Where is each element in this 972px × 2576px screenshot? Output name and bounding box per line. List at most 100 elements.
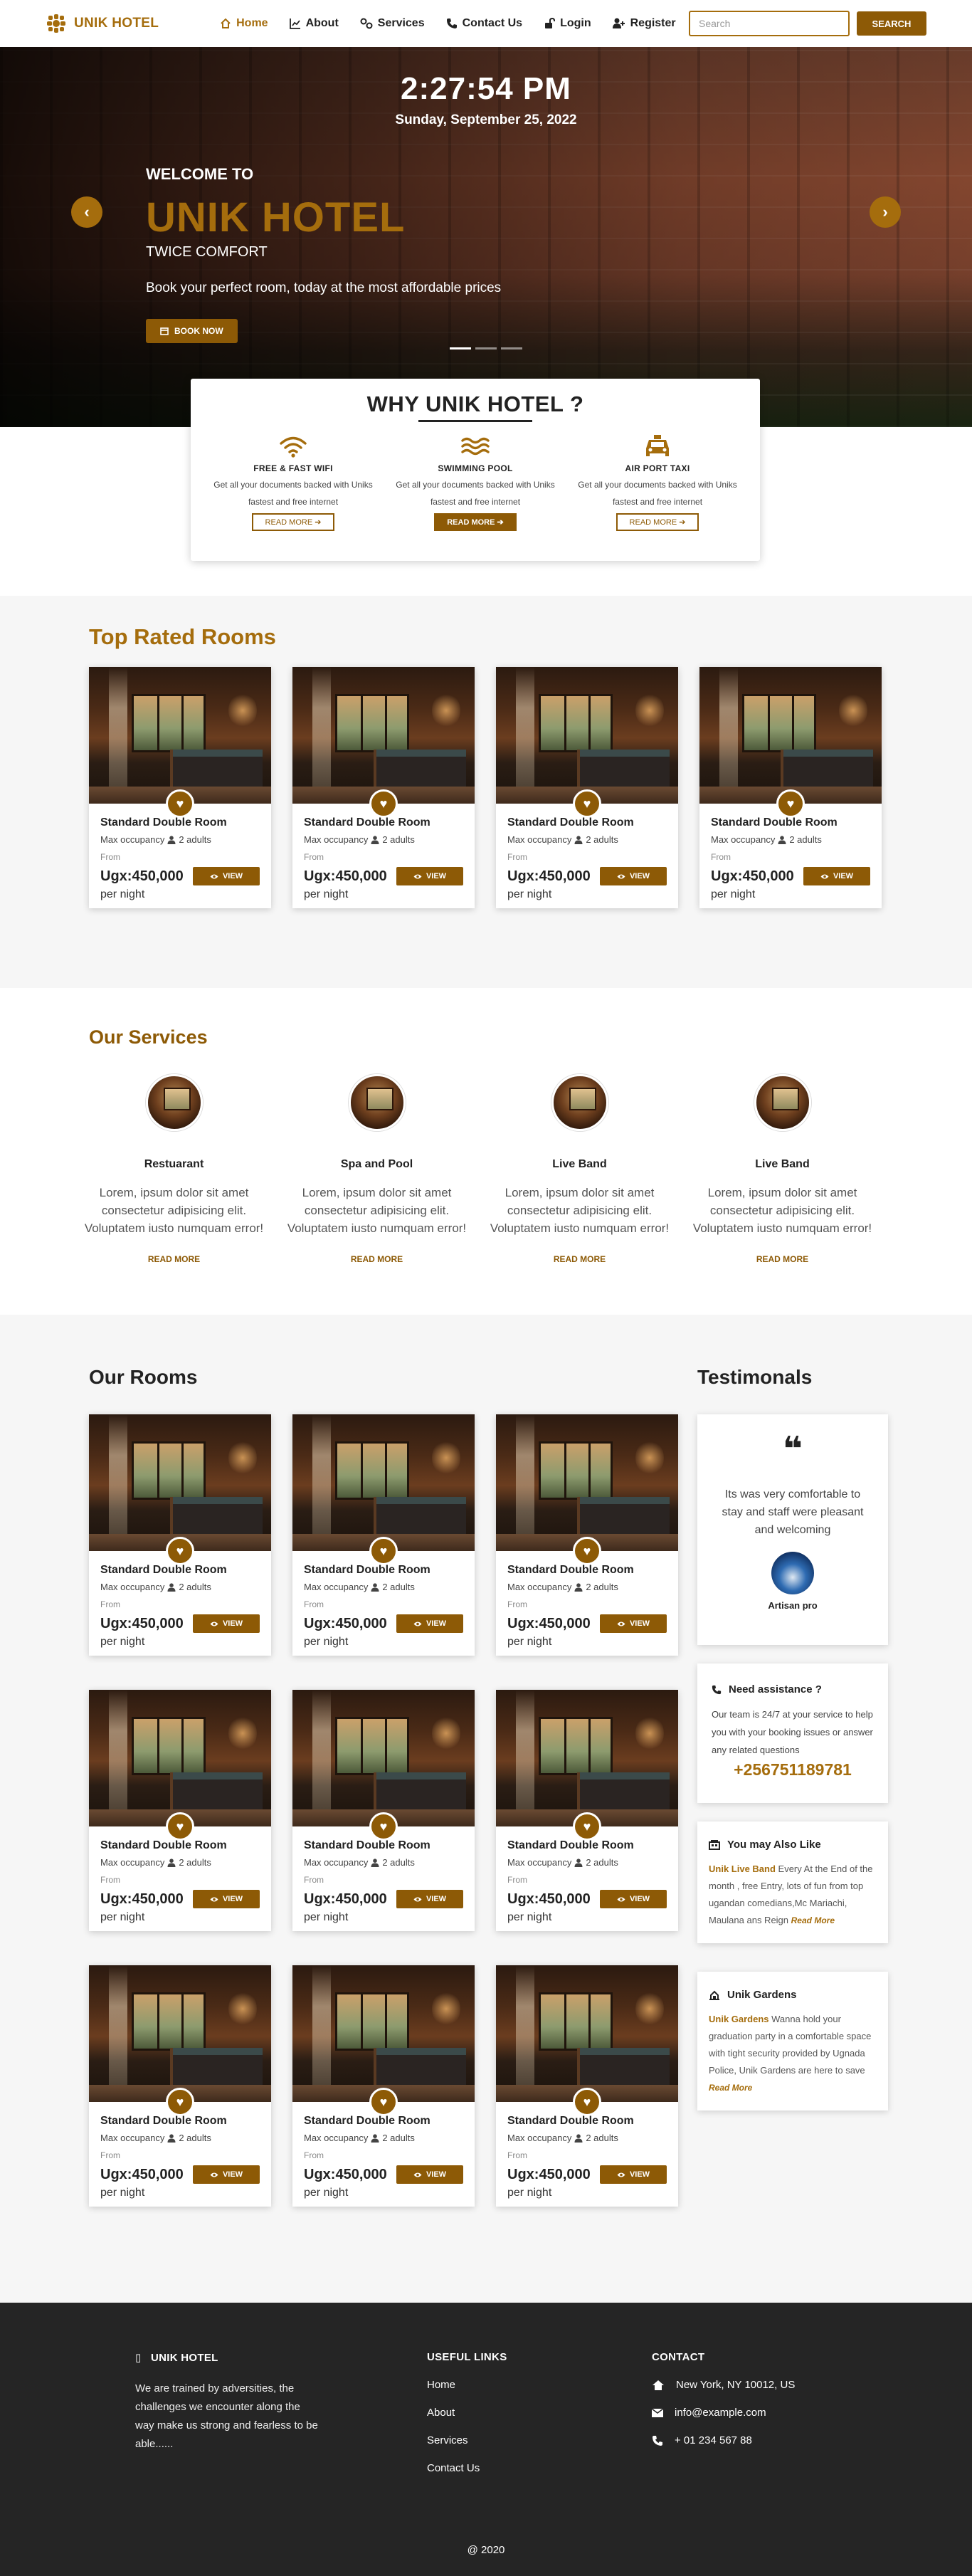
view-label: VIEW xyxy=(426,1895,447,1903)
carousel-dot[interactable] xyxy=(450,347,471,349)
feature-desc: Get all your documents backed with Uniks… xyxy=(213,480,373,507)
view-room-button[interactable]: VIEW xyxy=(396,2165,463,2184)
also-like-highlight: Unik Live Band xyxy=(709,1863,776,1874)
room-image[interactable] xyxy=(292,1414,475,1551)
user-icon xyxy=(371,835,379,844)
room-image[interactable] xyxy=(496,1965,678,2102)
footer-phone[interactable]: + 01 234 567 88 xyxy=(675,2434,752,2446)
feature-read-more-button[interactable]: READ MORE ➔ xyxy=(616,513,699,531)
view-room-button[interactable]: VIEW xyxy=(600,867,667,885)
heart-icon[interactable]: ♥ xyxy=(573,1537,601,1565)
room-image[interactable] xyxy=(292,667,475,804)
user-icon xyxy=(574,1858,583,1867)
heart-icon[interactable]: ♥ xyxy=(166,2088,194,2116)
service-name: Spa and Pool xyxy=(340,1158,413,1170)
gardens-read-more[interactable]: Read More xyxy=(709,2083,752,2093)
occupancy-adults: 2 adults xyxy=(179,1582,211,1592)
gardens-highlight: Unik Gardens xyxy=(709,2014,769,2024)
room-image[interactable] xyxy=(496,1414,678,1551)
heart-icon[interactable]: ♥ xyxy=(369,1812,398,1841)
per-night-label: per night xyxy=(304,1911,349,1923)
book-now-button[interactable]: BOOK NOW xyxy=(146,319,238,343)
eye-icon xyxy=(210,2172,218,2177)
footer-link-contact[interactable]: Contact Us xyxy=(427,2462,507,2474)
service-read-more[interactable]: READ MORE xyxy=(73,1254,275,1264)
menu-services[interactable]: Services xyxy=(360,17,425,30)
heart-icon[interactable]: ♥ xyxy=(166,1537,194,1565)
room-image[interactable] xyxy=(89,667,271,804)
footer-email[interactable]: info@example.com xyxy=(675,2407,766,2419)
room-image[interactable] xyxy=(496,1690,678,1826)
room-occupancy: Max occupancy 2 adults xyxy=(507,1582,667,1592)
menu-contact[interactable]: Contact Us xyxy=(446,17,522,30)
room-image[interactable] xyxy=(89,1690,271,1826)
eye-icon xyxy=(210,1621,218,1626)
price-from-label: From xyxy=(507,2150,527,2160)
room-image[interactable] xyxy=(292,1965,475,2102)
room-price: Ugx:450,000 xyxy=(711,868,794,884)
footer-link-about[interactable]: About xyxy=(427,2407,507,2419)
view-room-button[interactable]: VIEW xyxy=(803,867,870,885)
brand-logo[interactable]: UNIK HOTEL xyxy=(46,13,159,34)
menu-register[interactable]: Register xyxy=(612,17,676,30)
service-read-more[interactable]: READ MORE xyxy=(681,1254,884,1264)
menu-home[interactable]: Home xyxy=(220,17,268,30)
room-occupancy: Max occupancy 2 adults xyxy=(507,2133,667,2143)
room-card: ♥ Standard Double Room Max occupancy 2 a… xyxy=(292,1690,475,1931)
room-occupancy: Max occupancy 2 adults xyxy=(304,1582,463,1592)
heart-icon[interactable]: ♥ xyxy=(776,789,805,818)
view-room-button[interactable]: VIEW xyxy=(396,1890,463,1908)
heart-icon[interactable]: ♥ xyxy=(369,2088,398,2116)
view-label: VIEW xyxy=(222,1619,243,1628)
view-room-button[interactable]: VIEW xyxy=(396,1614,463,1633)
eye-icon xyxy=(617,2172,625,2177)
room-image[interactable] xyxy=(89,1965,271,2102)
carousel-dot[interactable] xyxy=(475,347,497,349)
room-image[interactable] xyxy=(292,1690,475,1826)
read-more-label: READ MORE xyxy=(447,518,495,527)
feature-read-more-button[interactable]: READ MORE ➔ xyxy=(434,513,517,531)
search-button[interactable]: SEARCH xyxy=(857,11,926,36)
view-label: VIEW xyxy=(426,1619,447,1628)
view-room-button[interactable]: VIEW xyxy=(193,867,260,885)
view-room-button[interactable]: VIEW xyxy=(193,2165,260,2184)
heart-icon[interactable]: ♥ xyxy=(369,1537,398,1565)
also-like-read-more[interactable]: Read More xyxy=(791,1915,835,1925)
heart-icon[interactable]: ♥ xyxy=(369,789,398,818)
view-room-button[interactable]: VIEW xyxy=(193,1614,260,1633)
heart-icon[interactable]: ♥ xyxy=(573,1812,601,1841)
heart-icon[interactable]: ♥ xyxy=(573,2088,601,2116)
carousel-prev-arrow[interactable]: ‹ xyxy=(71,196,102,228)
room-image[interactable] xyxy=(699,667,882,804)
room-image[interactable] xyxy=(89,1414,271,1551)
assistance-phone[interactable]: +256751189781 xyxy=(712,1760,874,1779)
per-night-label: per night xyxy=(304,1636,349,1648)
service-read-more[interactable]: READ MORE xyxy=(478,1254,681,1264)
view-room-button[interactable]: VIEW xyxy=(600,2165,667,2184)
view-room-button[interactable]: VIEW xyxy=(600,1890,667,1908)
menu-about[interactable]: About xyxy=(289,17,339,30)
testimonials-title: Testimonals xyxy=(697,1366,813,1388)
envelope-icon xyxy=(652,2408,663,2417)
view-room-button[interactable]: VIEW xyxy=(396,867,463,885)
heart-icon[interactable]: ♥ xyxy=(573,789,601,818)
price-from-label: From xyxy=(100,1875,120,1885)
menu-login[interactable]: Login xyxy=(544,17,591,30)
feature-read-more-button[interactable]: READ MORE ➔ xyxy=(252,513,334,531)
view-room-button[interactable]: VIEW xyxy=(193,1890,260,1908)
heart-icon[interactable]: ♥ xyxy=(166,1812,194,1841)
also-like-text: Unik Live Band Every At the End of the m… xyxy=(709,1861,877,1929)
room-card: ♥ Standard Double Room Max occupancy 2 a… xyxy=(89,667,271,908)
service-read-more[interactable]: READ MORE xyxy=(275,1254,478,1264)
search-input[interactable] xyxy=(689,11,850,36)
view-room-button[interactable]: VIEW xyxy=(600,1614,667,1633)
user-icon xyxy=(778,835,786,844)
occupancy-adults: 2 adults xyxy=(586,1582,618,1592)
view-label: VIEW xyxy=(833,872,854,880)
heart-icon[interactable]: ♥ xyxy=(166,789,194,818)
carousel-next-arrow[interactable]: › xyxy=(870,196,901,228)
room-image[interactable] xyxy=(496,667,678,804)
footer-link-services[interactable]: Services xyxy=(427,2434,507,2446)
footer-link-home[interactable]: Home xyxy=(427,2379,507,2391)
carousel-dot[interactable] xyxy=(501,347,522,349)
